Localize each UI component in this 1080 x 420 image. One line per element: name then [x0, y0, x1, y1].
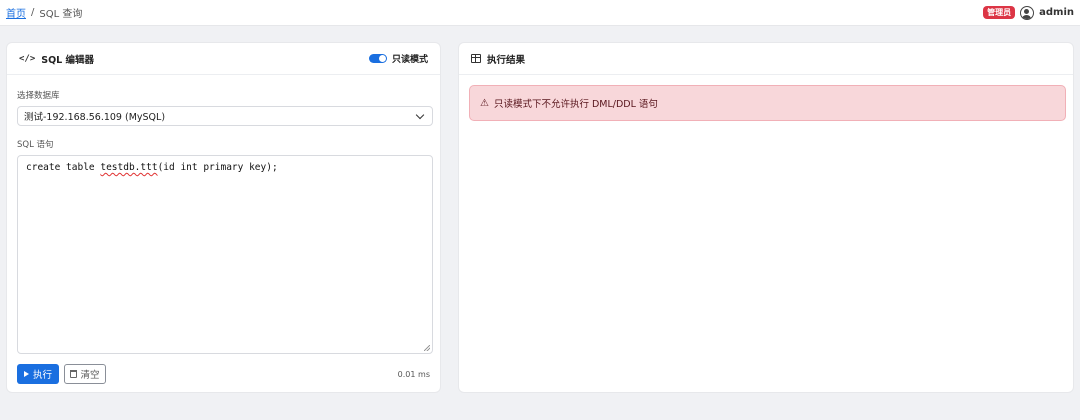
- clear-button-label: 清空: [80, 370, 100, 381]
- sql-editor-card: </> SQL 编辑器 只读模式 选择数据库 测试-192.168.56.109…: [6, 42, 441, 393]
- breadcrumb-home-link[interactable]: 首页: [6, 5, 26, 20]
- sql-text-before: create table: [26, 162, 101, 173]
- run-button-label: 执行: [32, 370, 52, 381]
- readonly-label: 只读模式: [391, 55, 428, 65]
- trash-icon: [70, 370, 78, 378]
- error-alert: ⚠ 只读模式下不允许执行 DML/DDL 语句: [469, 85, 1066, 121]
- readonly-toggle[interactable]: 只读模式: [368, 52, 428, 65]
- warning-icon: ⚠: [480, 97, 489, 109]
- run-button[interactable]: 执行: [17, 364, 59, 384]
- database-select[interactable]: 测试-192.168.56.109 (MySQL): [17, 106, 433, 126]
- database-select-value: 测试-192.168.56.109 (MySQL): [24, 112, 166, 123]
- code-icon: </>: [19, 53, 36, 64]
- resize-handle-icon[interactable]: [424, 345, 430, 351]
- chevron-down-icon: [415, 110, 425, 119]
- breadcrumb-current: SQL 查询: [39, 9, 83, 20]
- clear-button[interactable]: 清空: [64, 364, 106, 384]
- execution-time: 0.01 ms: [397, 370, 430, 379]
- editor-card-title: </> SQL 编辑器: [19, 52, 94, 66]
- sql-textarea[interactable]: create table testdb.ttt(id int primary k…: [17, 155, 433, 354]
- breadcrumb: 首页 / SQL 查询: [6, 5, 82, 20]
- readonly-switch[interactable]: [368, 54, 387, 63]
- editor-card-header: </> SQL 编辑器 只读模式: [7, 43, 440, 75]
- alert-message: 只读模式下不允许执行 DML/DDL 语句: [493, 99, 658, 110]
- result-title-text: 执行结果: [487, 54, 526, 66]
- user-avatar-icon: [1020, 5, 1035, 20]
- role-badge: 管理员: [983, 6, 1016, 19]
- table-icon: [471, 54, 481, 63]
- play-icon: [23, 371, 29, 377]
- result-card-header: 执行结果: [459, 43, 1073, 75]
- result-card: 执行结果 ⚠ 只读模式下不允许执行 DML/DDL 语句: [458, 42, 1074, 393]
- breadcrumb-separator: /: [31, 7, 35, 18]
- db-select-label: 选择数据库: [17, 91, 60, 101]
- sql-text-flagged: testdb.ttt: [100, 162, 158, 173]
- result-card-title: 执行结果: [471, 52, 525, 66]
- sql-text-after: (id int primary key);: [157, 162, 278, 173]
- sql-input-label: SQL 语句: [17, 140, 54, 150]
- top-bar: 首页 / SQL 查询 管理员 admin: [0, 0, 1080, 26]
- user-menu[interactable]: 管理员 admin: [983, 5, 1074, 20]
- editor-title-text: SQL 编辑器: [41, 54, 95, 66]
- username: admin: [1039, 7, 1074, 18]
